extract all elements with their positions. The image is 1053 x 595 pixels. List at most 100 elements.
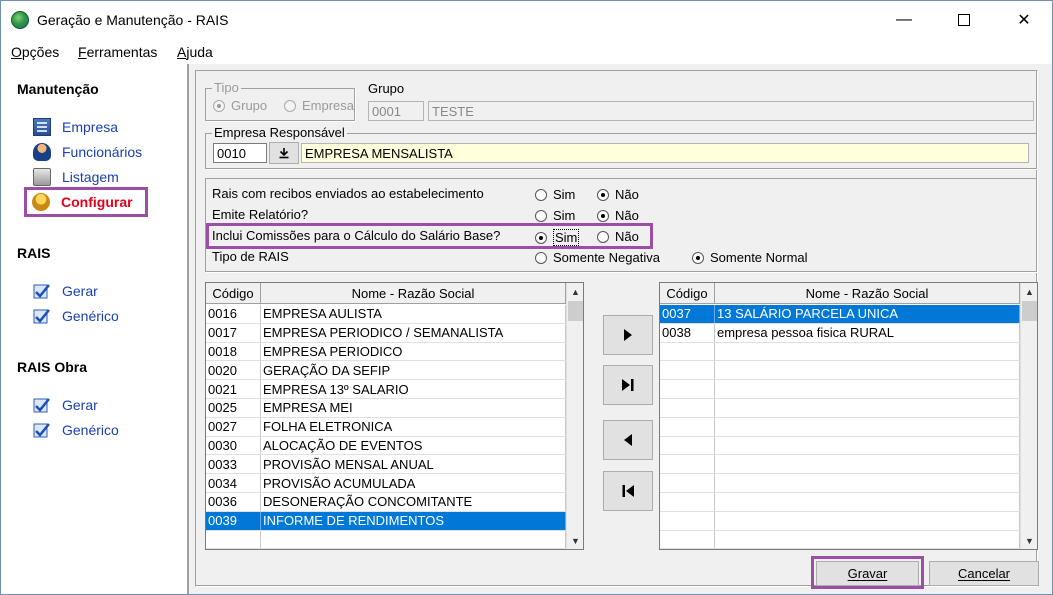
table-row[interactable]: 0020 GERAÇÃO DA SEFIP (206, 361, 566, 381)
q2-sim-radio[interactable]: Sim (535, 208, 575, 223)
move-all-left-button[interactable] (603, 471, 653, 511)
scroll-down-icon[interactable]: ▼ (567, 532, 583, 549)
table-row[interactable]: 0036 DESONERAÇÃO CONCOMITANTE (206, 492, 566, 512)
cancel-button[interactable]: Cancelar (929, 561, 1039, 586)
column-header-nome[interactable]: Nome - Razão Social (715, 283, 1020, 303)
right-grid-scrollbar[interactable]: ▲ ▼ (1020, 283, 1037, 549)
sidebar-item-funcionarios[interactable]: Funcionários (33, 142, 142, 162)
cell-nome (715, 511, 1020, 530)
cell-nome (715, 436, 1020, 455)
grupo-code-field[interactable]: 0001 (368, 101, 424, 121)
tipo-grupo-radio[interactable]: Grupo (213, 98, 267, 113)
menu-opcoes[interactable]: Opções (11, 44, 59, 60)
table-row[interactable]: 0034 PROVISÃO ACUMULADA (206, 474, 566, 493)
scroll-up-icon[interactable]: ▲ (567, 283, 583, 300)
left-grid-scrollbar[interactable]: ▲ ▼ (566, 283, 583, 549)
table-row[interactable]: 0039 INFORME DE RENDIMENTOS (206, 511, 566, 531)
section-title-rais: RAIS (17, 245, 51, 261)
q1-nao-radio[interactable]: Não (597, 187, 639, 202)
sidebar-item-empresa[interactable]: Empresa (33, 117, 118, 137)
cell-nome: 13 SALÁRIO PARCELA UNICA (715, 305, 1020, 323)
column-header-nome[interactable]: Nome - Razão Social (261, 283, 566, 303)
cell-nome (715, 342, 1020, 361)
table-row[interactable]: 0037 13 SALÁRIO PARCELA UNICA (660, 305, 1020, 324)
maximize-button[interactable] (941, 1, 987, 39)
table-row[interactable] (660, 436, 1020, 456)
q4-negativa-radio[interactable]: Somente Negativa (535, 250, 660, 265)
main-panel: Tipo Grupo Empresa Grupo 0001 TESTE Empr… (189, 64, 1052, 594)
radio-label: Sim (553, 229, 580, 246)
column-header-codigo[interactable]: Código (660, 283, 715, 303)
available-companies-grid[interactable]: Código Nome - Razão Social 0016 EMPRESA A… (205, 282, 584, 550)
q1-label: Rais com recibos enviados ao estabelecim… (212, 186, 484, 201)
sidebar-item-rais-generico[interactable]: Genérico (33, 306, 119, 326)
cell-nome: ALOCAÇÃO DE EVENTOS (261, 436, 566, 455)
radio-indicator (535, 231, 547, 244)
save-button-label: Gravar (847, 566, 888, 581)
empresa-lookup-button[interactable] (269, 142, 299, 164)
cell-codigo: 0030 (206, 436, 261, 455)
table-row[interactable]: 0017 EMPRESA PERIODICO / SEMANALISTA (206, 323, 566, 343)
table-row[interactable] (660, 455, 1020, 475)
q2-nao-radio[interactable]: Não (597, 208, 639, 223)
close-button[interactable]: ✕ (1001, 1, 1047, 39)
sidebar-item-obra-gerar[interactable]: Gerar (33, 395, 98, 415)
arrow-left-icon (624, 434, 632, 446)
table-row[interactable]: 0030 ALOCAÇÃO DE EVENTOS (206, 436, 566, 456)
radio-indicator (535, 209, 547, 222)
table-row[interactable] (660, 474, 1020, 493)
scroll-down-icon[interactable]: ▼ (1021, 532, 1037, 549)
scroll-up-icon[interactable]: ▲ (1021, 283, 1037, 300)
table-row[interactable] (660, 511, 1020, 531)
column-header-codigo[interactable]: Código (206, 283, 261, 303)
table-row[interactable] (660, 380, 1020, 399)
cell-codigo (660, 342, 715, 361)
cell-nome: PROVISÃO MENSAL ANUAL (261, 455, 566, 474)
table-row[interactable]: 0027 FOLHA ELETRONICA (206, 417, 566, 437)
q1-sim-radio[interactable]: Sim (535, 187, 575, 202)
scroll-thumb[interactable] (568, 301, 583, 321)
cell-codigo (660, 474, 715, 492)
table-row[interactable] (206, 530, 566, 549)
radio-indicator (535, 188, 547, 201)
q3-sim-radio[interactable]: Sim (535, 229, 580, 246)
table-row[interactable] (660, 398, 1020, 418)
empresa-name-field[interactable]: EMPRESA MENSALISTA (301, 143, 1029, 163)
move-right-button[interactable] (603, 315, 653, 355)
grupo-label: Grupo (368, 81, 405, 96)
sidebar-item-label: Genérico (62, 308, 119, 324)
menu-ajuda[interactable]: Ajuda (177, 44, 213, 60)
sidebar-item-obra-generico[interactable]: Genérico (33, 420, 119, 440)
move-all-right-button[interactable] (603, 365, 653, 405)
table-row[interactable]: 0021 EMPRESA 13º SALARIO (206, 380, 566, 399)
cell-nome: EMPRESA PERIODICO / SEMANALISTA (261, 323, 566, 342)
cell-codigo: 0037 (660, 305, 715, 323)
sidebar-item-listagem[interactable]: Listagem (33, 167, 119, 187)
minimize-button[interactable]: — (881, 1, 927, 39)
table-row[interactable]: 0018 EMPRESA PERIODICO (206, 342, 566, 362)
table-row[interactable] (660, 342, 1020, 362)
grupo-name-field[interactable]: TESTE (428, 101, 1034, 121)
scroll-thumb[interactable] (1022, 301, 1037, 321)
table-row[interactable] (660, 530, 1020, 549)
table-row[interactable]: 0025 EMPRESA MEI (206, 398, 566, 418)
menu-ferramentas[interactable]: Ferramentas (78, 44, 157, 60)
q4-normal-radio[interactable]: Somente Normal (692, 250, 808, 265)
table-row[interactable]: 0033 PROVISÃO MENSAL ANUAL (206, 455, 566, 475)
table-row[interactable] (660, 417, 1020, 437)
selected-companies-grid[interactable]: Código Nome - Razão Social 0037 13 SALÁRI… (659, 282, 1038, 550)
sidebar-item-configurar[interactable]: Configurar (24, 187, 148, 217)
tipo-empresa-radio[interactable]: Empresa (284, 98, 354, 113)
table-row[interactable] (660, 492, 1020, 512)
table-row[interactable]: 0016 EMPRESA AULISTA (206, 305, 566, 324)
config-icon (32, 193, 50, 211)
table-row[interactable] (660, 361, 1020, 381)
save-button[interactable]: Gravar (816, 561, 919, 586)
empresa-code-field[interactable]: 0010 (213, 143, 267, 163)
cell-nome (715, 417, 1020, 436)
sidebar-item-rais-gerar[interactable]: Gerar (33, 281, 98, 301)
cell-codigo: 0036 (206, 492, 261, 511)
q3-nao-radio[interactable]: Não (597, 229, 639, 244)
move-left-button[interactable] (603, 420, 653, 460)
table-row[interactable]: 0038 empresa pessoa fisica RURAL (660, 323, 1020, 343)
